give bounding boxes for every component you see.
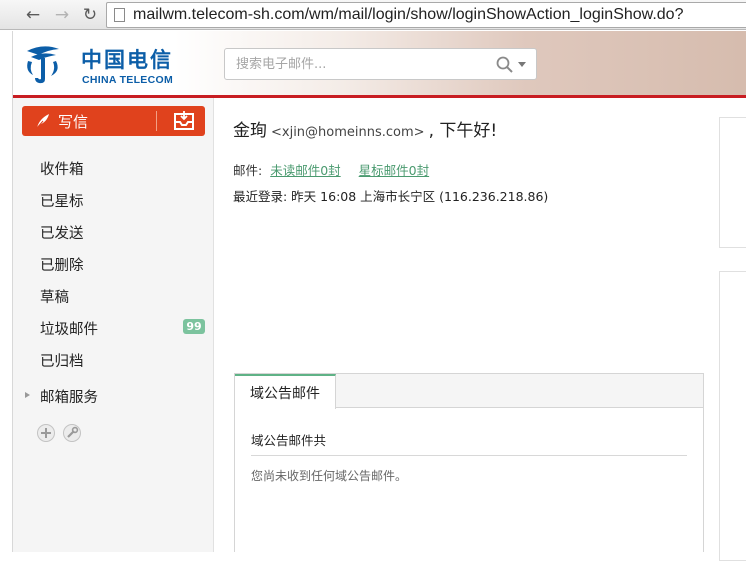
inbox-icon [174,111,194,130]
reload-icon[interactable]: ↻ [79,4,101,26]
forward-arrow-icon[interactable]: → [51,4,73,26]
tab-label: 域公告邮件 [250,386,320,402]
china-telecom-logo[interactable]: 中国电信 CHINA TELECOM [25,39,205,89]
sidebar-item-archived[interactable]: 已归档 [13,343,214,375]
mail-summary: 邮件: 未读邮件0封 星标邮件0封 [233,160,429,179]
wrench-icon [67,426,79,438]
sidebar-item-starred[interactable]: 已星标 [13,183,214,215]
telecom-logo-icon [27,46,59,84]
folder-label: 已星标 [40,194,84,210]
receive-mail-button[interactable] [163,106,205,136]
greeting: 金珣 <xjin@homeinns.com>, 下午好! [233,116,497,141]
announcement-divider [251,455,687,456]
expand-arrow-icon[interactable] [25,392,30,398]
tab-domain-announcements[interactable]: 域公告邮件 [235,374,336,409]
folder-label: 已发送 [40,226,84,242]
search-icon[interactable] [495,55,515,75]
mail-header: 中国电信 CHINA TELECOM [13,31,746,96]
search-box [224,48,537,80]
starred-mail-link[interactable]: 星标邮件0封 [359,163,429,178]
logo-chinese-text: 中国电信 [81,48,173,72]
sidebar: 写信 收件箱 已星标 已发送 已删除 草稿 垃圾邮件 99 已归档 邮箱服务 [13,98,214,552]
sidebar-item-spam[interactable]: 垃圾邮件 99 [13,311,214,343]
sidebar-item-drafts[interactable]: 草稿 [13,279,214,311]
chevron-down-icon[interactable] [518,62,526,67]
folder-label: 垃圾邮件 [40,322,98,338]
announcement-panel: 域公告邮件 域公告邮件共 您尚未收到任何域公告邮件。 [234,373,704,552]
compose-button[interactable]: 写信 [22,106,205,136]
logo-english-text: CHINA TELECOM [82,74,174,86]
unread-count-badge: 99 [183,319,205,334]
user-email: <xjin@homeinns.com> [271,125,425,140]
url-text[interactable]: mailwm.telecom-sh.com/wm/mail/login/show… [133,6,683,24]
sidebar-item-sent[interactable]: 已发送 [13,215,214,247]
left-gutter [0,31,13,552]
unread-mail-link[interactable]: 未读邮件0封 [270,163,340,178]
folder-label: 草稿 [40,290,69,306]
announcement-empty-text: 您尚未收到任何域公告邮件。 [251,469,408,483]
folder-label: 已归档 [40,354,84,370]
sidebar-item-inbox[interactable]: 收件箱 [13,151,214,183]
right-panel [719,117,746,248]
feather-icon [35,114,49,129]
add-folder-icon[interactable] [37,424,55,442]
folder-label: 邮箱服务 [40,390,98,406]
compose-label: 写信 [58,113,89,131]
announcement-title: 域公告邮件共 [251,433,327,448]
folder-label: 已删除 [40,258,84,274]
greeting-text: , 下午好! [428,121,498,141]
search-input[interactable] [226,50,488,78]
settings-wrench-icon[interactable] [63,424,81,442]
back-arrow-icon[interactable]: ← [22,4,44,26]
last-login-info: 最近登录: 昨天 16:08 上海市长宁区 (116.236.218.86) [233,189,549,204]
sidebar-item-deleted[interactable]: 已删除 [13,247,214,279]
user-name: 金珣 [233,121,267,141]
compose-divider [156,111,157,131]
plus-icon [41,428,51,438]
folder-label: 收件箱 [40,162,84,178]
page-icon [114,8,125,22]
address-bar[interactable]: mailwm.telecom-sh.com/wm/mail/login/show… [106,2,746,28]
mail-label: 邮件: [233,163,263,178]
browser-toolbar: ← → ↻ mailwm.telecom-sh.com/wm/mail/logi… [0,0,746,30]
sidebar-item-mail-services[interactable]: 邮箱服务 [13,379,214,411]
right-panel [719,271,746,561]
